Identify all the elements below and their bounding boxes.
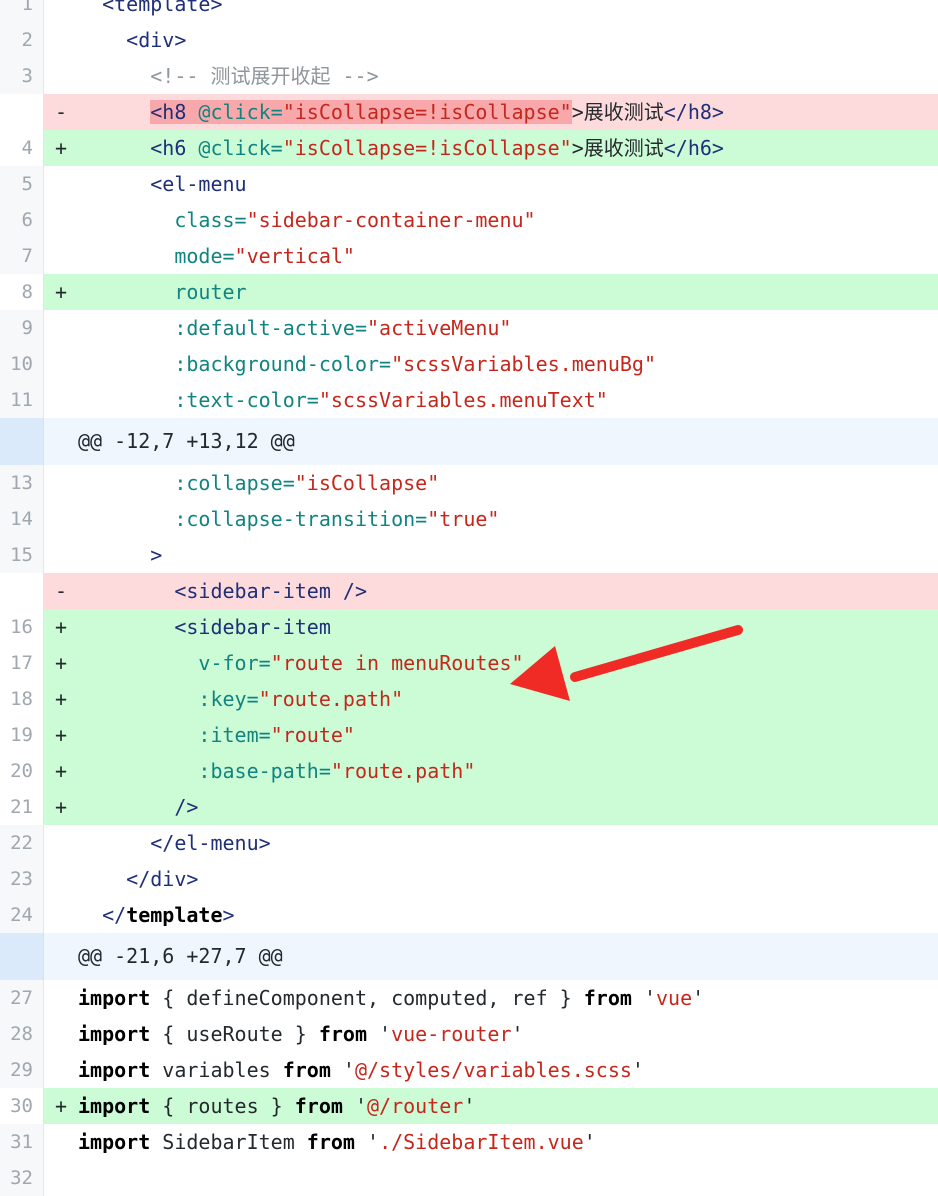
annotation-arrow-icon xyxy=(510,625,743,701)
